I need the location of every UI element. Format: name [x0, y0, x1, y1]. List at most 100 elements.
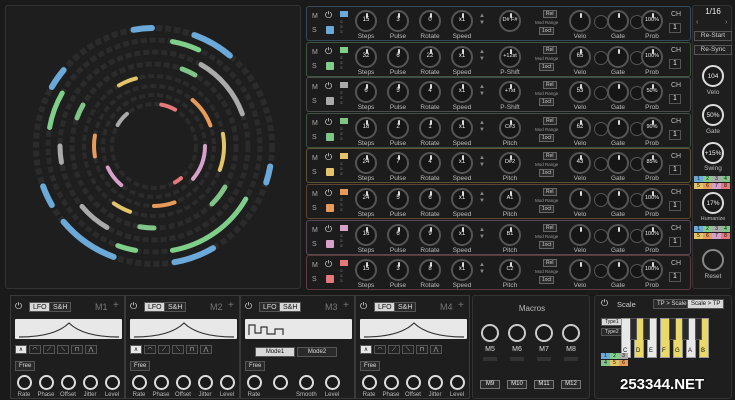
- mod-knob[interactable]: [61, 375, 76, 390]
- macro-slider[interactable]: [483, 357, 497, 361]
- division-next-icon[interactable]: ›: [725, 19, 727, 26]
- mod-knob[interactable]: [384, 375, 399, 390]
- velo-mod-knob[interactable]: [594, 15, 608, 29]
- tp-scale-button[interactable]: TP > Scale: [653, 299, 691, 309]
- swing-track-grid[interactable]: 1234 5678: [694, 175, 732, 189]
- mod-power-icon[interactable]: ⏻: [360, 301, 367, 312]
- mod-knob[interactable]: [299, 375, 314, 390]
- mod-knob[interactable]: [17, 375, 32, 390]
- velo-knob[interactable]: [569, 223, 591, 246]
- rel-button[interactable]: Rel: [543, 223, 557, 232]
- mute-button[interactable]: M: [312, 262, 318, 269]
- solo-button[interactable]: S: [312, 98, 317, 105]
- gate-knob[interactable]: [607, 81, 629, 104]
- channel-value[interactable]: 1: [669, 94, 681, 105]
- velo-knob[interactable]: [569, 10, 591, 32]
- rel-button[interactable]: Rel: [543, 152, 557, 161]
- black-key[interactable]: [669, 318, 676, 340]
- dice-icon[interactable]: [326, 168, 334, 177]
- rel-button[interactable]: Rel: [543, 259, 557, 268]
- free-button[interactable]: Free: [130, 361, 151, 371]
- macro-knob[interactable]: [481, 324, 499, 342]
- wave-shape-button[interactable]: ⋀: [430, 345, 442, 354]
- sh-tab[interactable]: S&H: [394, 302, 417, 312]
- division-prev-icon[interactable]: ‹: [696, 19, 698, 26]
- solo-button[interactable]: S: [312, 134, 317, 141]
- mute-button[interactable]: M: [312, 13, 318, 20]
- dice-icon[interactable]: [326, 239, 334, 248]
- macro-button[interactable]: M12: [561, 380, 581, 389]
- black-key[interactable]: [682, 318, 689, 340]
- reset-knob[interactable]: [702, 249, 724, 271]
- solo-button[interactable]: S: [312, 27, 317, 34]
- mod-add-icon[interactable]: +: [228, 300, 234, 311]
- free-button[interactable]: Free: [360, 361, 381, 371]
- macro-slider[interactable]: [510, 357, 524, 361]
- gate-knob[interactable]: [607, 259, 629, 282]
- macro-slider[interactable]: [537, 357, 551, 361]
- mute-button[interactable]: M: [312, 49, 318, 56]
- mod-knob[interactable]: [428, 375, 443, 390]
- black-key[interactable]: [643, 318, 650, 340]
- dice-icon[interactable]: [326, 132, 334, 141]
- power-icon[interactable]: ⏻: [325, 81, 332, 92]
- mod-knob[interactable]: [39, 375, 54, 390]
- dice-icon[interactable]: [326, 204, 334, 212]
- velo-knob[interactable]: [569, 259, 591, 282]
- mod-knob[interactable]: [362, 375, 377, 390]
- mod-knob[interactable]: [273, 375, 288, 390]
- mod-range-button[interactable]: 1oct: [539, 205, 555, 213]
- mod-range-button[interactable]: 1oct: [539, 276, 555, 285]
- sh-tab[interactable]: S&H: [49, 302, 72, 312]
- mod-knob[interactable]: [325, 375, 340, 390]
- resync-button[interactable]: Re-Sync: [694, 45, 732, 55]
- wave-shape-button[interactable]: ◠: [29, 345, 41, 354]
- black-key[interactable]: [695, 318, 702, 340]
- solo-button[interactable]: S: [312, 205, 317, 212]
- power-icon[interactable]: ⏻: [325, 224, 332, 235]
- mod-knob[interactable]: [154, 375, 169, 390]
- dice-icon[interactable]: [326, 26, 334, 34]
- mute-button[interactable]: M: [312, 227, 318, 234]
- velo-mod-knob[interactable]: [594, 86, 608, 101]
- velo-mod-knob[interactable]: [594, 121, 608, 136]
- speed-arrows-icon[interactable]: ▲ ▼: [479, 191, 485, 205]
- macro-button[interactable]: M10: [507, 380, 527, 389]
- lfo-tab[interactable]: LFO: [29, 302, 51, 312]
- mod-knob[interactable]: [198, 375, 213, 390]
- channel-value[interactable]: 1: [669, 165, 681, 176]
- dice-icon[interactable]: [326, 275, 334, 284]
- speed-arrows-icon[interactable]: ▲ ▼: [479, 155, 485, 169]
- wave-shape-button[interactable]: ◠: [374, 345, 386, 354]
- rel-button[interactable]: Rel: [543, 116, 557, 125]
- macro-knob[interactable]: [508, 324, 526, 342]
- mod-range-button[interactable]: 1oct: [539, 169, 555, 178]
- mute-button[interactable]: M: [312, 120, 318, 127]
- humanize-track-grid[interactable]: 1234 5678: [694, 225, 732, 239]
- mod-range-button[interactable]: 1oct: [539, 240, 555, 249]
- mod-knob[interactable]: [132, 375, 147, 390]
- lfo-tab[interactable]: LFO: [144, 302, 166, 312]
- solo-button[interactable]: S: [312, 169, 317, 176]
- lfo-tab[interactable]: LFO: [374, 302, 396, 312]
- wave-shape-button[interactable]: ⋀: [200, 345, 212, 354]
- mode1-button[interactable]: Mode1: [255, 347, 295, 357]
- solo-button[interactable]: S: [312, 276, 317, 283]
- rel-button[interactable]: Rel: [543, 81, 557, 90]
- mod-range-button[interactable]: 1oct: [539, 27, 555, 35]
- wave-shape-button[interactable]: ⊓: [186, 345, 198, 354]
- scale-tp-button[interactable]: Scale > TP: [687, 299, 725, 309]
- mod-range-button[interactable]: 1oct: [539, 62, 555, 71]
- division-display[interactable]: 1/16: [694, 7, 732, 16]
- wave-shape-button[interactable]: ∧: [15, 345, 27, 354]
- mod-knob[interactable]: [105, 375, 120, 390]
- mod-knob[interactable]: [247, 375, 262, 390]
- solo-button[interactable]: S: [312, 63, 317, 70]
- mod-add-icon[interactable]: +: [458, 300, 464, 311]
- speed-arrows-icon[interactable]: ▲ ▼: [479, 262, 485, 276]
- wave-shape-button[interactable]: ⟍: [57, 345, 69, 354]
- wave-shape-button[interactable]: ∧: [130, 345, 142, 354]
- speed-arrows-icon[interactable]: ▲ ▼: [479, 84, 485, 98]
- wave-shape-button[interactable]: ⟋: [388, 345, 400, 354]
- channel-value[interactable]: 1: [669, 23, 681, 33]
